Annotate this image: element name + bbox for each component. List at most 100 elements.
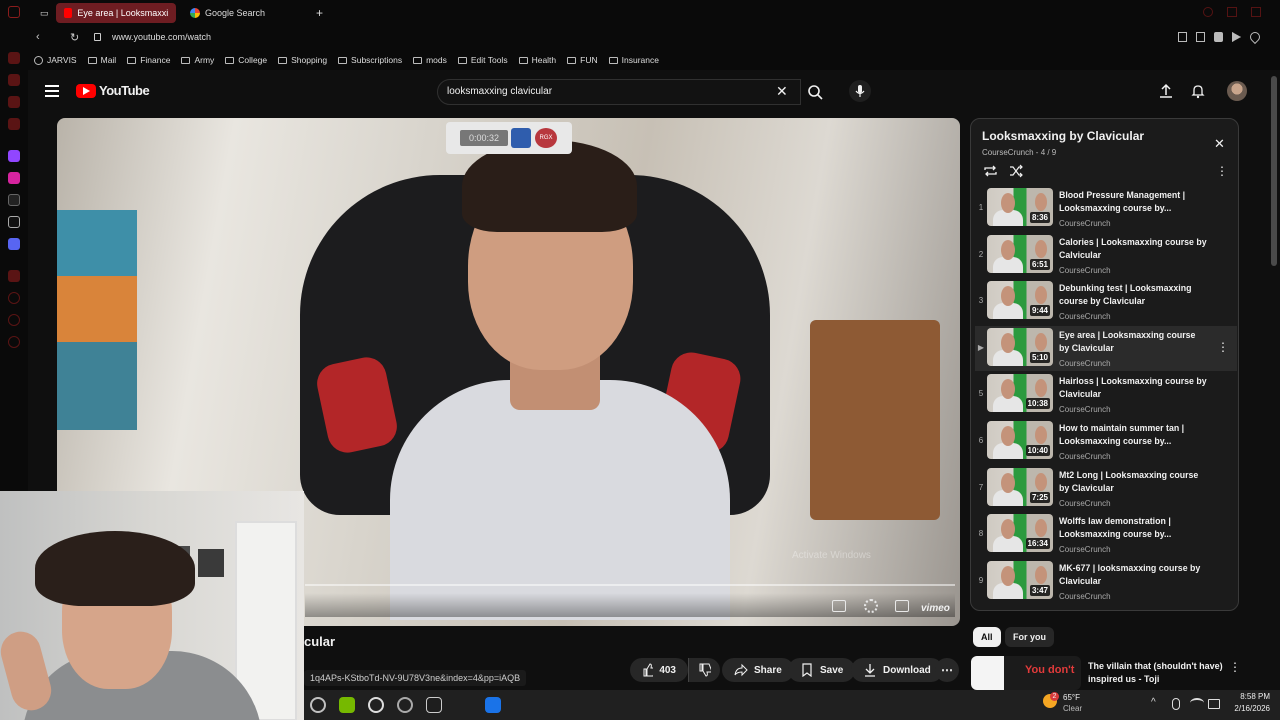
playlist-item-title[interactable]: Eye area | Looksmaxxing course by Clavic…: [1059, 329, 1207, 355]
bookmark-item[interactable]: Shopping: [278, 55, 327, 65]
dislike-button[interactable]: [688, 658, 720, 682]
minimize-icon[interactable]: [1203, 7, 1213, 17]
tab-google[interactable]: Google Search: [182, 3, 302, 23]
playlist-item[interactable]: ▶ 5:10 Eye area | Looksmaxxing course by C…: [975, 325, 1237, 371]
history-icon[interactable]: [8, 292, 20, 304]
bookmark-item[interactable]: Mail: [87, 55, 116, 65]
bookmark-item[interactable]: Edit Tools: [457, 55, 508, 65]
instagram-icon[interactable]: [8, 172, 20, 184]
close-playlist-icon[interactable]: ✕: [1214, 136, 1225, 152]
opera-icon[interactable]: [8, 6, 20, 18]
playlist-item-title[interactable]: Wolffs law demonstration | Looksmaxxing …: [1059, 515, 1207, 541]
playlist-item[interactable]: 1 8:36 Blood Pressure Management | Looksma…: [975, 186, 1237, 231]
bookmark-item[interactable]: Health: [518, 55, 556, 65]
bookmark-item[interactable]: Army: [181, 55, 214, 65]
microphone-tray-icon[interactable]: [1172, 698, 1180, 710]
playlist-item-thumbnail[interactable]: 10:40: [987, 421, 1053, 459]
captions-icon[interactable]: [832, 600, 846, 612]
playlist-item[interactable]: 2 6:51 Calories | Looksmaxxing course by C…: [975, 233, 1237, 278]
playlist-item-thumbnail[interactable]: 8:36: [987, 188, 1053, 226]
miniplayer-icon[interactable]: [895, 600, 909, 612]
bookmark-item[interactable]: Insurance: [608, 55, 659, 65]
upload-button[interactable]: [1158, 83, 1174, 99]
playlist-item-title[interactable]: MK-677 | looksmaxxing course by Clavicul…: [1059, 562, 1207, 588]
shield-icon[interactable]: [1214, 32, 1223, 42]
playlist-item-title[interactable]: Mt2 Long | Looksmaxxing course by Clavic…: [1059, 469, 1207, 495]
search-button[interactable]: [800, 79, 830, 105]
discord-icon[interactable]: [8, 238, 20, 250]
notifications-button[interactable]: [1190, 83, 1206, 99]
chip-all[interactable]: All: [973, 627, 1001, 647]
like-button[interactable]: 403: [630, 658, 688, 682]
playlist-item-thumbnail[interactable]: 10:38: [987, 374, 1053, 413]
playlist-item-thumbnail[interactable]: 3:47: [987, 560, 1053, 599]
bookmark-item[interactable]: FUN: [567, 55, 598, 65]
back-icon[interactable]: ‹: [36, 31, 40, 43]
settings-gear-icon[interactable]: [864, 599, 878, 613]
taskbar-app-icon[interactable]: [485, 697, 501, 713]
sidebar-app-icon[interactable]: [8, 118, 20, 130]
bookmark-item[interactable]: Finance: [127, 55, 170, 65]
bookmark-item[interactable]: mods: [413, 55, 447, 65]
maximize-icon[interactable]: [1227, 7, 1237, 17]
tab-youtube[interactable]: Eye area | Looksmaxxing c: [56, 3, 176, 23]
playlist-title[interactable]: Looksmaxxing by Clavicular: [982, 129, 1144, 143]
taskbar-app-icon[interactable]: [310, 697, 326, 713]
playlist-item[interactable]: 5 10:38 Hairloss | Looksmaxxing course by …: [975, 372, 1237, 417]
nvidia-icon[interactable]: [339, 697, 355, 713]
screenshot-icon[interactable]: [1196, 32, 1205, 42]
playlist-item[interactable]: 7 7:25 Mt2 Long | Looksmaxxing course by C…: [975, 466, 1237, 511]
url-field[interactable]: www.youtube.com/watch: [112, 32, 211, 42]
play-icon[interactable]: [1232, 32, 1241, 42]
playlist-item-thumbnail[interactable]: 6:51: [987, 234, 1053, 273]
loop-button[interactable]: [983, 164, 998, 178]
playlist-item-title[interactable]: How to maintain summer tan | Looksmaxxin…: [1059, 422, 1207, 448]
menu-icon[interactable]: [45, 85, 59, 97]
new-tab-button[interactable]: +: [308, 3, 328, 23]
search-input[interactable]: looksmaxxing clavicular ✕: [437, 79, 801, 105]
shuffle-button[interactable]: [1009, 164, 1024, 178]
bookmark-icon[interactable]: [1178, 32, 1187, 42]
playlist-item-more-icon[interactable]: ⋮: [1217, 340, 1229, 354]
recommendation-more-icon[interactable]: ⋮: [1229, 660, 1241, 674]
taskbar-app-icon[interactable]: [397, 697, 413, 713]
tab-overview-icon[interactable]: ▭: [32, 3, 54, 23]
clock-time[interactable]: 8:58 PM: [1228, 692, 1270, 701]
voice-search-button[interactable]: [849, 80, 871, 102]
clock-date[interactable]: 2/16/2026: [1228, 704, 1270, 713]
heart-icon[interactable]: [1247, 29, 1263, 45]
overlay-pause-icon[interactable]: [511, 128, 531, 148]
sidebar-app-icon[interactable]: [8, 270, 20, 282]
show-hidden-icons-icon[interactable]: ^: [1151, 697, 1156, 708]
chip-for-you[interactable]: For you: [1005, 627, 1054, 647]
obs-icon[interactable]: [368, 697, 384, 713]
playlist-more-icon[interactable]: ⋮: [1216, 164, 1228, 178]
save-button[interactable]: Save: [788, 658, 856, 682]
sidebar-app-icon[interactable]: [8, 74, 20, 86]
volume-icon[interactable]: [1208, 699, 1220, 709]
rgx-extension-icon[interactable]: RGX: [535, 128, 557, 148]
settings-icon[interactable]: [8, 314, 20, 326]
share-button[interactable]: Share: [722, 658, 794, 682]
close-window-icon[interactable]: [1251, 7, 1261, 17]
sidebar-app-icon[interactable]: [8, 52, 20, 64]
bookmark-item[interactable]: Subscriptions: [338, 55, 402, 65]
bookmark-item[interactable]: JARVIS: [34, 55, 77, 65]
capcut-icon[interactable]: [426, 697, 442, 713]
tiktok-icon[interactable]: [8, 194, 20, 206]
playlist-item[interactable]: 6 10:40 How to maintain summer tan | Looks…: [975, 419, 1237, 464]
recommendation-title[interactable]: The villain that (shouldn't have) inspir…: [1088, 660, 1228, 686]
playlist-item-title[interactable]: Debunking test | Looksmaxxing course by …: [1059, 282, 1207, 308]
video-progress-bar[interactable]: [305, 584, 955, 586]
more-actions-icon[interactable]: ⋯: [935, 658, 959, 682]
download-button[interactable]: Download: [851, 658, 943, 682]
page-scrollbar[interactable]: [1271, 76, 1277, 266]
playlist-item-title[interactable]: Blood Pressure Management | Looksmaxxing…: [1059, 189, 1207, 215]
weather-temp[interactable]: 65°F: [1063, 693, 1080, 702]
playlist-item[interactable]: 9 3:47 MK-677 | looksmaxxing course by Cla…: [975, 559, 1237, 604]
reload-icon[interactable]: ↻: [70, 31, 79, 44]
playlist-item-thumbnail[interactable]: 7:25: [987, 467, 1053, 506]
playlist-item-thumbnail[interactable]: 16:34: [987, 514, 1053, 553]
playlist-item[interactable]: 8 16:34 Wolffs law demonstration | Looksma…: [975, 512, 1237, 557]
playlist-item-thumbnail[interactable]: 9:44: [987, 281, 1053, 320]
